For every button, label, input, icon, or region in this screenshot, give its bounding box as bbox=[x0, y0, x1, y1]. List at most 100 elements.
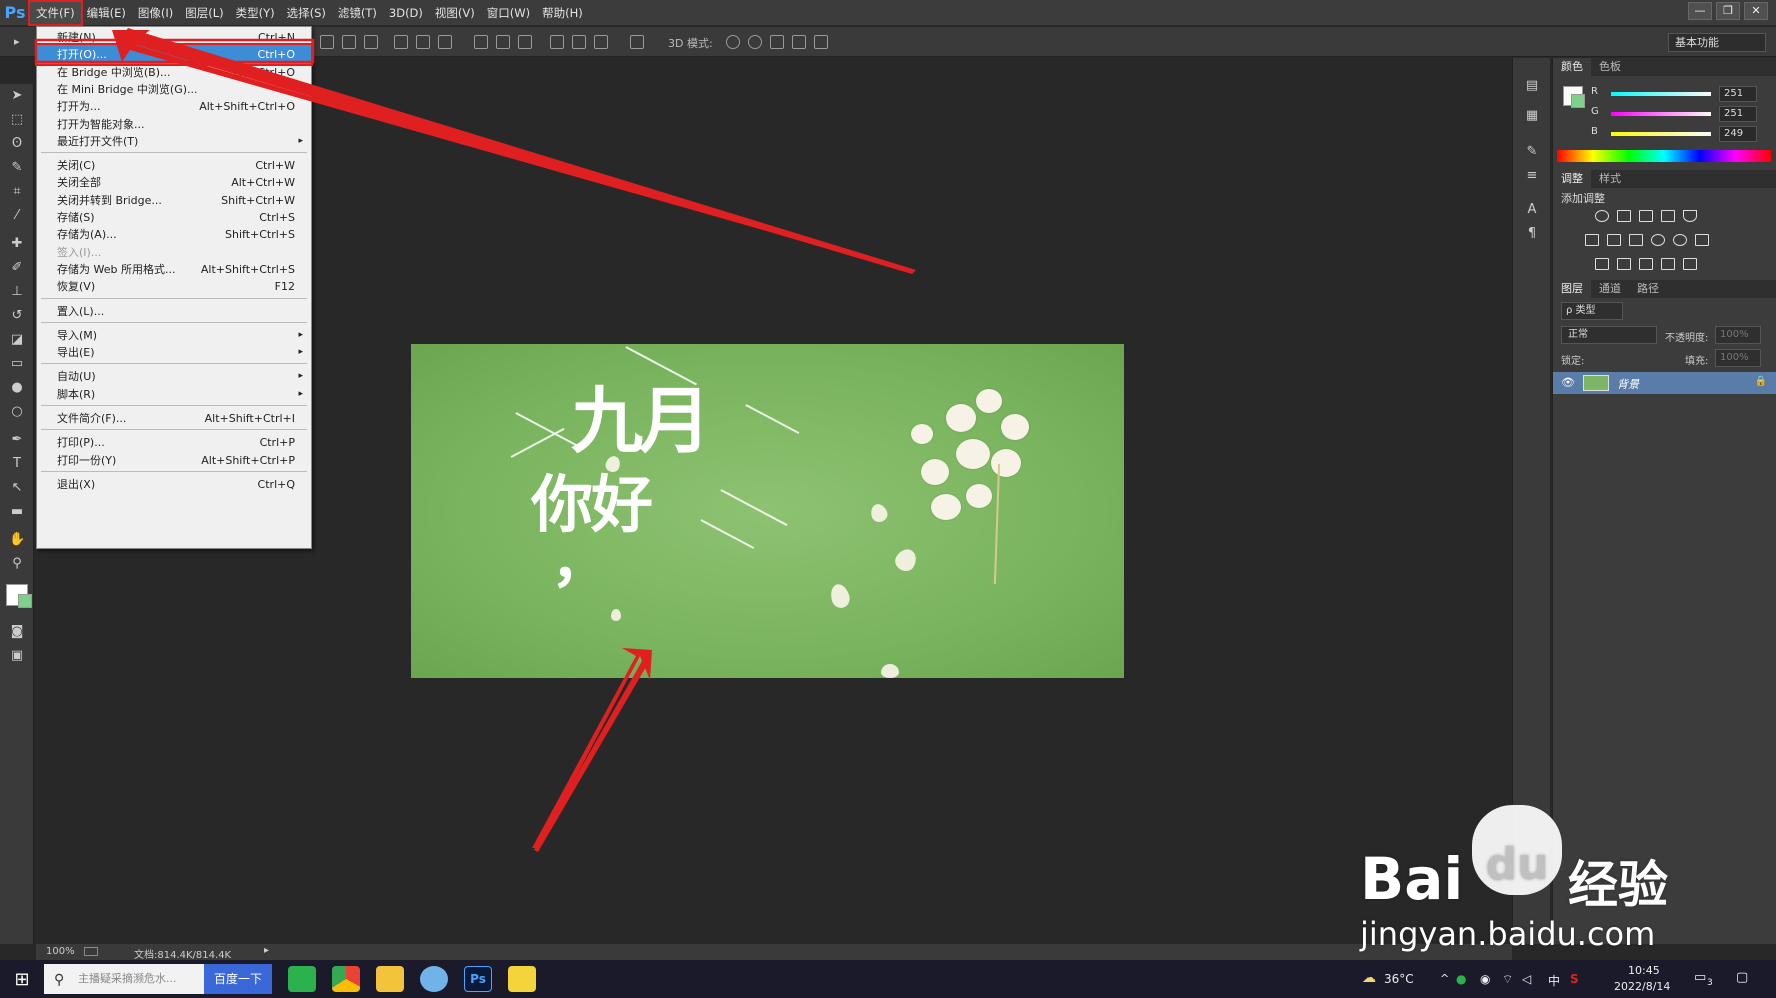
pen-tool-icon[interactable]: ✒ bbox=[9, 432, 25, 448]
gradient-tool-icon[interactable]: ▭ bbox=[9, 356, 25, 372]
3d-slide-icon[interactable] bbox=[792, 35, 806, 49]
file-menu-item[interactable]: 关闭(C) Ctrl+W bbox=[37, 156, 311, 175]
menu-layer[interactable]: 图层(L) bbox=[179, 2, 229, 24]
3d-pan-icon[interactable] bbox=[770, 35, 784, 49]
curves-icon[interactable] bbox=[1639, 210, 1653, 222]
history-brush-tool-icon[interactable]: ↺ bbox=[9, 308, 25, 324]
r-value-field[interactable]: 251 bbox=[1719, 86, 1757, 102]
windows-start-icon[interactable]: ⊞ bbox=[0, 960, 44, 998]
background-color-swatch[interactable] bbox=[18, 594, 32, 608]
paragraph-panel-icon[interactable]: ¶ bbox=[1524, 226, 1540, 242]
file-menu-item[interactable]: 打开(O)... Ctrl+O bbox=[35, 43, 313, 67]
notes-app-icon[interactable] bbox=[508, 966, 536, 992]
channel-mixer-icon[interactable] bbox=[1673, 234, 1687, 246]
color-spectrum-bar[interactable] bbox=[1557, 150, 1771, 162]
align-bottom-icon[interactable] bbox=[438, 35, 452, 49]
tab-layers[interactable]: 图层 bbox=[1553, 280, 1591, 298]
g-value-field[interactable]: 251 bbox=[1719, 106, 1757, 122]
g-slider-track[interactable] bbox=[1611, 112, 1711, 116]
clock-time[interactable]: 10:45 bbox=[1628, 964, 1660, 977]
selective-color-icon[interactable] bbox=[1661, 258, 1675, 270]
file-menu-item[interactable]: 退出(X) Ctrl+Q bbox=[37, 475, 311, 494]
clock-date[interactable]: 2022/8/14 bbox=[1614, 980, 1670, 993]
eyedropper-tool-icon[interactable]: ⁄ bbox=[9, 208, 25, 224]
hue-saturation-icon[interactable] bbox=[1585, 234, 1599, 246]
sogou-ime-icon[interactable]: S bbox=[1570, 972, 1579, 986]
hand-tool-icon[interactable]: ✋ bbox=[9, 532, 25, 548]
ime-indicator[interactable]: 中 bbox=[1548, 972, 1560, 989]
vibrance-icon[interactable] bbox=[1683, 210, 1697, 222]
tab-color[interactable]: 颜色 bbox=[1553, 58, 1591, 76]
file-menu-item[interactable]: 恢复(V) F12 bbox=[37, 277, 311, 296]
layer-name[interactable]: 背景 bbox=[1617, 376, 1639, 392]
dodge-tool-icon[interactable]: ○ bbox=[9, 404, 25, 420]
marquee-tool-icon[interactable]: ⬚ bbox=[9, 112, 25, 128]
file-menu-item[interactable]: 存储(S) Ctrl+S bbox=[37, 208, 311, 227]
weather-temp[interactable]: 36°C bbox=[1384, 972, 1414, 986]
align-middle-icon[interactable] bbox=[416, 35, 430, 49]
file-menu-item[interactable]: 最近打开文件(T) ▸ bbox=[37, 132, 311, 151]
file-menu-item[interactable]: 导出(E) ▸ bbox=[37, 343, 311, 362]
action-center-icon[interactable]: ▢ bbox=[1736, 970, 1748, 985]
file-menu-item[interactable]: 关闭全部 Alt+Ctrl+W bbox=[37, 173, 311, 192]
fill-field[interactable]: 100% bbox=[1715, 349, 1761, 367]
file-menu-item[interactable]: 导入(M) ▸ bbox=[37, 326, 311, 345]
tab-paths[interactable]: 路径 bbox=[1629, 280, 1667, 298]
taskbar-search-input[interactable]: 主播疑采摘濒危水... bbox=[44, 964, 204, 994]
auto-align-icon[interactable] bbox=[630, 35, 644, 49]
tab-channels[interactable]: 通道 bbox=[1591, 280, 1629, 298]
b-slider-track[interactable] bbox=[1611, 132, 1711, 136]
file-menu-item[interactable]: 打开为智能对象... bbox=[37, 115, 311, 134]
color-balance-icon[interactable] bbox=[1607, 234, 1621, 246]
blur-tool-icon[interactable]: ● bbox=[9, 380, 25, 396]
wifi-icon[interactable]: ⌔ bbox=[1502, 972, 1513, 987]
menu-type[interactable]: 类型(Y) bbox=[230, 2, 281, 24]
baidu-search-button[interactable]: 百度一下 bbox=[204, 964, 272, 994]
eraser-tool-icon[interactable]: ◪ bbox=[9, 332, 25, 348]
brush-panel-icon[interactable]: ✎ bbox=[1524, 144, 1540, 160]
file-menu-item[interactable]: 置入(L)... bbox=[37, 302, 311, 321]
distribute-right-icon[interactable] bbox=[594, 35, 608, 49]
tray-wechat-icon[interactable]: ● bbox=[1456, 972, 1466, 986]
file-menu-item[interactable]: 关闭并转到 Bridge... Shift+Ctrl+W bbox=[37, 191, 311, 210]
menu-3d[interactable]: 3D(D) bbox=[383, 2, 429, 24]
tray-arrow-icon[interactable]: ^ bbox=[1440, 972, 1449, 985]
exposure-icon[interactable] bbox=[1661, 210, 1675, 222]
eye-icon[interactable]: 👁 bbox=[1561, 376, 1575, 389]
brush-presets-icon[interactable]: ≡ bbox=[1524, 168, 1540, 184]
status-menu-arrow[interactable]: ▸ bbox=[264, 945, 269, 956]
crop-tool-icon[interactable]: ⌗ bbox=[9, 184, 25, 200]
restore-button[interactable]: ❐ bbox=[1716, 2, 1740, 20]
tab-swatches[interactable]: 色板 bbox=[1591, 58, 1629, 76]
move-tool-preset-icon[interactable]: ▸ bbox=[14, 35, 28, 49]
lasso-tool-icon[interactable]: ʘ bbox=[9, 136, 25, 152]
threshold-icon[interactable] bbox=[1639, 258, 1653, 270]
distribute-middle-icon[interactable] bbox=[496, 35, 510, 49]
menu-help[interactable]: 帮助(H) bbox=[536, 2, 589, 24]
levels-icon[interactable] bbox=[1617, 210, 1631, 222]
tray-qq-icon[interactable]: ◉ bbox=[1480, 972, 1490, 986]
quick-mask-icon[interactable]: ◙ bbox=[9, 624, 25, 640]
distribute-center-icon[interactable] bbox=[572, 35, 586, 49]
photoshop-taskbar-icon[interactable]: Ps bbox=[464, 966, 492, 992]
r-slider-track[interactable] bbox=[1611, 92, 1711, 96]
align-right-icon[interactable] bbox=[364, 35, 378, 49]
browser-icon[interactable] bbox=[420, 966, 448, 992]
shape-tool-icon[interactable]: ▬ bbox=[9, 504, 25, 520]
workspace-select[interactable]: 基本功能 bbox=[1668, 33, 1766, 52]
file-menu-item[interactable]: 存储为 Web 所用格式... Alt+Shift+Ctrl+S bbox=[37, 260, 311, 279]
layer-kind-filter[interactable]: ρ 类型 bbox=[1561, 302, 1623, 320]
minimize-button[interactable]: — bbox=[1688, 2, 1712, 20]
move-tool-icon[interactable]: ➤ bbox=[9, 88, 25, 104]
menu-view[interactable]: 视图(V) bbox=[429, 2, 481, 24]
invert-icon[interactable] bbox=[1595, 258, 1609, 270]
gradient-map-icon[interactable] bbox=[1683, 258, 1697, 270]
distribute-bottom-icon[interactable] bbox=[518, 35, 532, 49]
blend-mode-select[interactable]: 正常 bbox=[1561, 326, 1657, 344]
chrome-icon[interactable] bbox=[332, 966, 360, 992]
character-panel-icon[interactable]: A bbox=[1524, 202, 1540, 218]
screen-mode-icon[interactable]: ▣ bbox=[9, 648, 25, 664]
3d-scale-icon[interactable] bbox=[814, 35, 828, 49]
volume-icon[interactable]: ◁ bbox=[1522, 972, 1531, 986]
wechat-icon[interactable] bbox=[288, 966, 316, 992]
